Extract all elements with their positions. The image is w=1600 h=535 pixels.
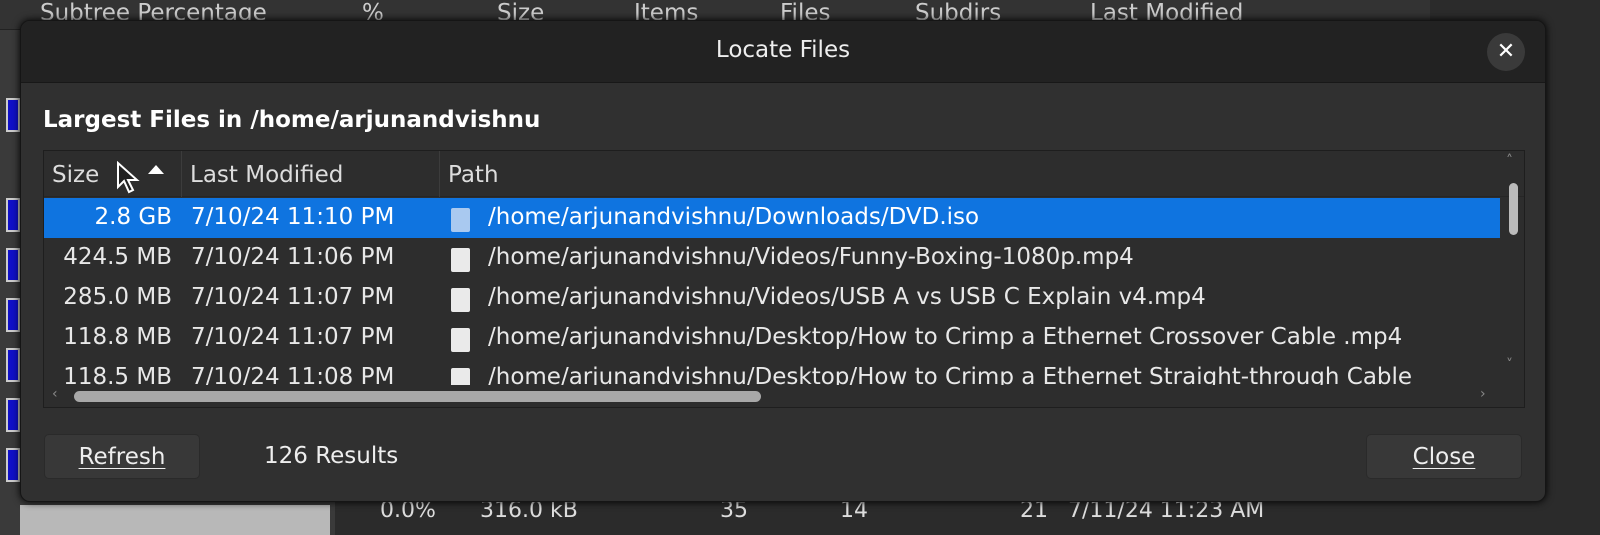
file-icon xyxy=(451,248,470,272)
scroll-right-icon[interactable]: › xyxy=(1480,386,1486,402)
refresh-label: Refresh xyxy=(78,444,166,470)
horizontal-scrollbar[interactable]: ‹ › xyxy=(44,385,1500,407)
cell-path: /home/arjunandvishnu/Downloads/DVD.iso xyxy=(488,204,980,230)
cell-size: 285.0 MB xyxy=(63,284,172,310)
cell-modified: 7/10/24 11:06 PM xyxy=(191,244,395,270)
cell-path: /home/arjunandvishnu/Videos/Funny-Boxing… xyxy=(488,244,1134,270)
locate-files-dialog: Locate Files ✕ Largest Files in /home/ar… xyxy=(20,20,1546,502)
close-icon[interactable]: ✕ xyxy=(1487,33,1525,71)
cell-size: 2.8 GB xyxy=(94,204,173,230)
usage-bar xyxy=(6,348,20,382)
file-icon xyxy=(451,288,470,312)
results-count: 126 Results xyxy=(264,443,399,469)
usage-bar xyxy=(6,398,20,432)
file-icon xyxy=(451,328,470,352)
usage-bar xyxy=(6,198,20,232)
cell-modified: 7/10/24 11:07 PM xyxy=(191,324,395,350)
usage-bar xyxy=(6,248,20,282)
vertical-scrollbar[interactable]: ˄ ˅ xyxy=(1500,151,1524,407)
horizontal-scroll-thumb[interactable] xyxy=(74,391,761,402)
files-table: Size Last Modified Path 2.8 GB 7/10/24 11… xyxy=(43,150,1525,408)
vertical-scroll-thumb[interactable] xyxy=(1509,183,1518,235)
scroll-up-icon[interactable]: ˄ xyxy=(1506,153,1513,169)
table-row[interactable]: 285.0 MB 7/10/24 11:07 PM/home/arjunandvi… xyxy=(44,278,1500,318)
dialog-title: Locate Files xyxy=(715,37,851,63)
col-path-label: Path xyxy=(448,162,499,188)
table-row[interactable]: 424.5 MB 7/10/24 11:06 PM/home/arjunandvi… xyxy=(44,238,1500,278)
close-label: Close xyxy=(1412,444,1476,470)
table-row[interactable]: 2.8 GB 7/10/24 11:10 PM/home/arjunandvish… xyxy=(44,198,1500,238)
col-path[interactable]: Path xyxy=(440,151,1502,197)
cell-size: 424.5 MB xyxy=(63,244,172,270)
usage-bar xyxy=(6,298,20,332)
table-row[interactable]: 118.8 MB 7/10/24 11:07 PM/home/arjunandvi… xyxy=(44,318,1500,358)
col-size-label: Size xyxy=(52,162,100,188)
col-modified[interactable]: Last Modified xyxy=(182,151,440,197)
cell-path: /home/arjunandvishnu/Desktop/How to Crim… xyxy=(488,324,1403,350)
cell-modified: 7/10/24 11:07 PM xyxy=(191,284,395,310)
scroll-left-icon[interactable]: ‹ xyxy=(52,386,58,402)
titlebar[interactable]: Locate Files ✕ xyxy=(21,21,1545,83)
col-size[interactable]: Size xyxy=(44,151,182,197)
scroll-down-icon[interactable]: ˅ xyxy=(1506,357,1513,373)
file-icon xyxy=(451,208,470,232)
table-header: Size Last Modified Path xyxy=(44,151,1524,197)
usage-bar-gray xyxy=(20,505,330,535)
col-modified-label: Last Modified xyxy=(190,162,344,188)
heading: Largest Files in /home/arjunandvishnu xyxy=(43,107,541,133)
sort-ascending-icon xyxy=(148,165,164,174)
close-button[interactable]: Close xyxy=(1366,434,1522,479)
refresh-button[interactable]: Refresh xyxy=(44,434,200,479)
mouse-cursor-icon xyxy=(117,161,140,194)
usage-bar xyxy=(6,98,20,132)
usage-bar xyxy=(6,448,20,482)
cell-size: 118.8 MB xyxy=(63,324,172,350)
cell-path: /home/arjunandvishnu/Videos/USB A vs USB… xyxy=(488,284,1206,310)
cell-modified: 7/10/24 11:10 PM xyxy=(191,204,395,230)
